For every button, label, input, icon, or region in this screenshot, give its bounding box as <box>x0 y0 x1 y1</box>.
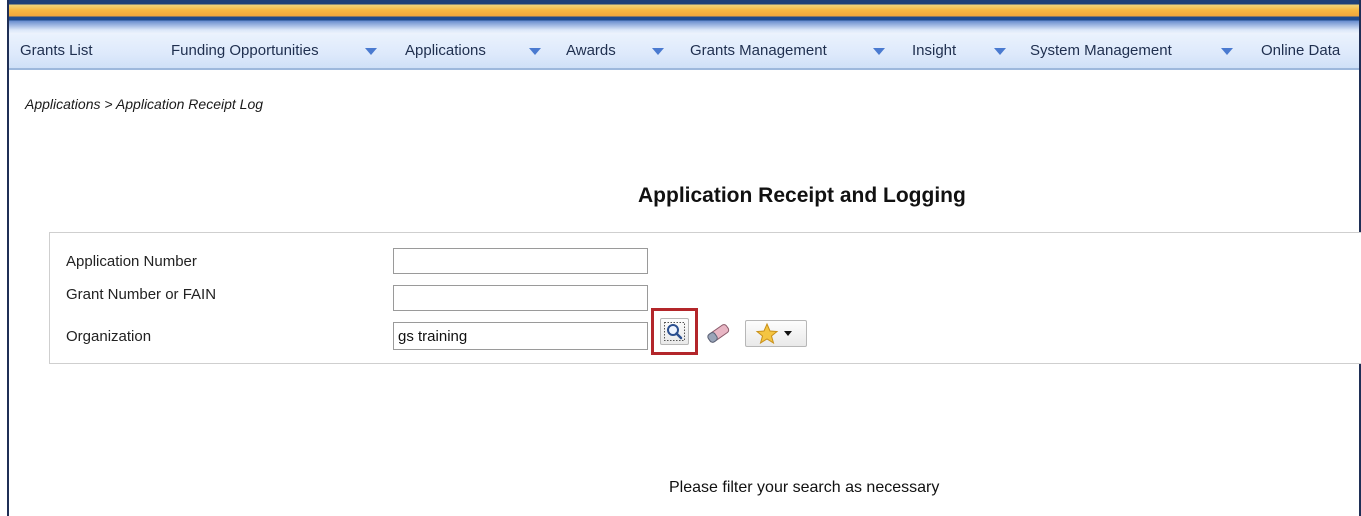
nav-item-funding-opportunities[interactable]: Funding Opportunities <box>171 34 319 68</box>
breadcrumb: Applications > Application Receipt Log <box>25 96 264 112</box>
organization-label: Organization <box>66 328 152 345</box>
chevron-down-icon[interactable] <box>652 48 664 55</box>
chevron-down-icon[interactable] <box>873 48 885 55</box>
chevron-down-icon[interactable] <box>529 48 541 55</box>
main-navigation: Grants List Funding Opportunities Applic… <box>9 34 1359 70</box>
chevron-down-icon[interactable] <box>1221 48 1233 55</box>
filter-instruction-message: Please filter your search as necessary <box>669 479 940 496</box>
chevron-down-icon[interactable] <box>365 48 377 55</box>
chevron-down-icon[interactable] <box>994 48 1006 55</box>
page-title: Application Receipt and Logging <box>638 184 966 207</box>
application-number-label: Application Number <box>66 253 197 270</box>
eraser-icon <box>707 324 730 343</box>
nav-item-online-data[interactable]: Online Data <box>1261 34 1340 68</box>
application-number-input[interactable] <box>393 248 648 274</box>
favorites-dropdown-button[interactable] <box>745 320 807 347</box>
grant-number-label: Grant Number or FAIN <box>66 286 217 303</box>
nav-item-grants-management[interactable]: Grants Management <box>690 34 827 68</box>
organization-clear-button[interactable] <box>703 320 733 346</box>
nav-item-insight[interactable]: Insight <box>912 34 956 68</box>
grant-number-input[interactable] <box>393 285 648 311</box>
star-icon <box>755 322 792 345</box>
nav-item-applications[interactable]: Applications <box>405 34 486 68</box>
search-button-highlight <box>651 308 698 355</box>
nav-item-system-management[interactable]: System Management <box>1030 34 1172 68</box>
nav-item-grants-list[interactable]: Grants List <box>20 34 93 68</box>
top-banner <box>9 0 1359 34</box>
organization-input[interactable] <box>393 322 648 350</box>
nav-item-awards[interactable]: Awards <box>566 34 616 68</box>
